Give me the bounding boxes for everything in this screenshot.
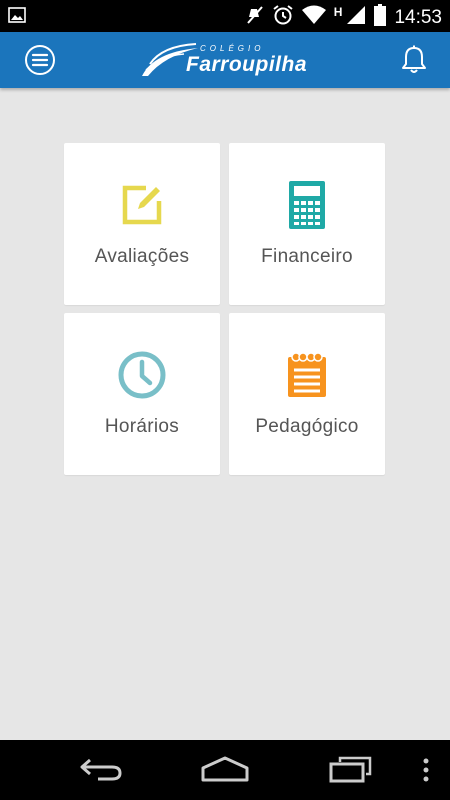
network-type: H — [333, 4, 343, 19]
bell-icon — [402, 45, 426, 73]
logo-title: Farroupilha — [186, 53, 308, 76]
tile-label: Financeiro — [261, 246, 353, 267]
app-logo: COLÉGIO Farroupilha — [140, 42, 315, 80]
tile-label: Pedagógico — [255, 416, 359, 437]
tile-label: Avaliações — [94, 246, 190, 267]
mute-icon — [246, 5, 264, 30]
edit-icon — [120, 183, 164, 232]
recents-icon — [329, 756, 372, 783]
logo-subtitle: COLÉGIO — [200, 44, 265, 53]
back-icon — [80, 758, 122, 781]
overflow-menu-icon — [423, 758, 429, 782]
hamburger-menu-icon — [25, 45, 55, 75]
image-notification-icon — [8, 7, 26, 28]
status-bar: H 14:53 — [0, 0, 450, 32]
tile-financeiro[interactable]: Financeiro — [229, 143, 385, 305]
overflow-menu-button[interactable] — [421, 758, 431, 789]
home-button[interactable] — [200, 754, 250, 789]
calculator-icon — [289, 181, 325, 234]
battery-icon — [374, 4, 387, 31]
system-nav-bar — [0, 740, 450, 800]
tile-avaliacoes[interactable]: Avaliações — [64, 143, 220, 305]
tile-horarios[interactable]: Horários — [64, 313, 220, 475]
clock-icon — [117, 350, 167, 405]
notepad-icon — [288, 351, 326, 402]
tile-pedagogico[interactable]: Pedagógico — [229, 313, 385, 475]
tile-label: Horários — [104, 416, 180, 437]
alarm-icon — [272, 4, 294, 31]
recents-button[interactable] — [328, 754, 374, 789]
back-button[interactable] — [78, 754, 124, 789]
clock-time: 14:53 — [394, 6, 442, 28]
menu-button[interactable] — [24, 44, 56, 76]
wifi-icon — [301, 5, 326, 30]
signal-icon — [346, 5, 366, 30]
notifications-button[interactable] — [400, 45, 428, 75]
app-bar: COLÉGIO Farroupilha — [0, 32, 450, 88]
home-icon — [201, 756, 249, 782]
